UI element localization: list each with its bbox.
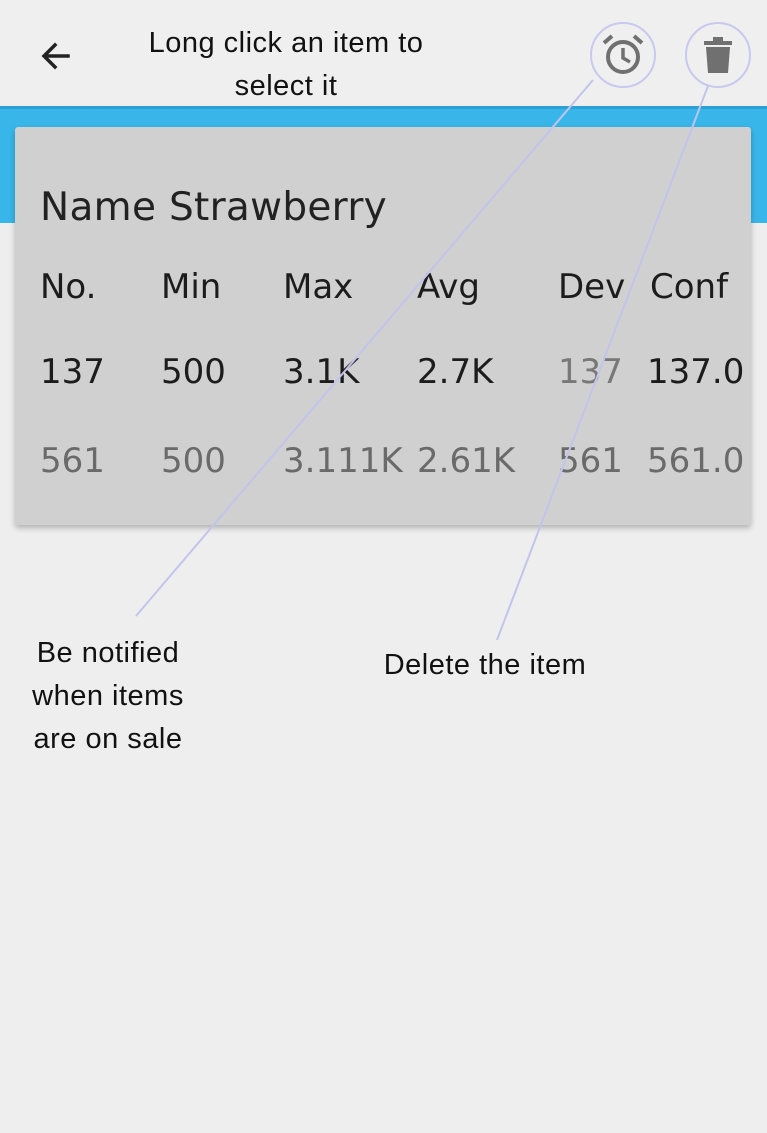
alarm-button[interactable] [590,22,656,88]
alarm-clock-icon [602,34,644,74]
toolbar: Long click an item to select it [0,0,767,106]
row1-max: 3.1K [283,352,360,392]
item-card[interactable]: Name Strawberry No. Min Max Avg Dev Conf… [15,127,751,525]
row2-no: 561 [40,441,105,481]
row2-max: 3.111K [283,441,403,481]
row2-min: 500 [161,441,226,481]
notify-annotation: Be notified when items are on sale [32,637,184,755]
row1-no: 137 [40,352,105,392]
row2-conf: 561.0 [647,441,745,481]
item-name: Name Strawberry [40,185,388,230]
row2-avg: 2.61K [417,441,515,481]
trash-icon [704,37,732,73]
header-dev: Dev [558,267,626,307]
header-max: Max [283,267,354,307]
arrow-left-icon [41,42,70,70]
header-no: No. [40,267,97,307]
row1-avg: 2.7K [417,352,494,392]
row2-dev: 561 [558,441,623,481]
delete-annotation: Delete the item [383,649,587,681]
delete-button[interactable] [685,22,751,88]
header-conf: Conf [650,267,729,307]
back-button[interactable] [30,30,82,82]
header-min: Min [161,267,222,307]
header-avg: Avg [417,267,480,307]
toolbar-hint: Long click an item to select it [148,27,424,102]
row1-dev: 137 [558,352,623,392]
row1-conf: 137.0 [647,352,745,392]
row1-min: 500 [161,352,226,392]
